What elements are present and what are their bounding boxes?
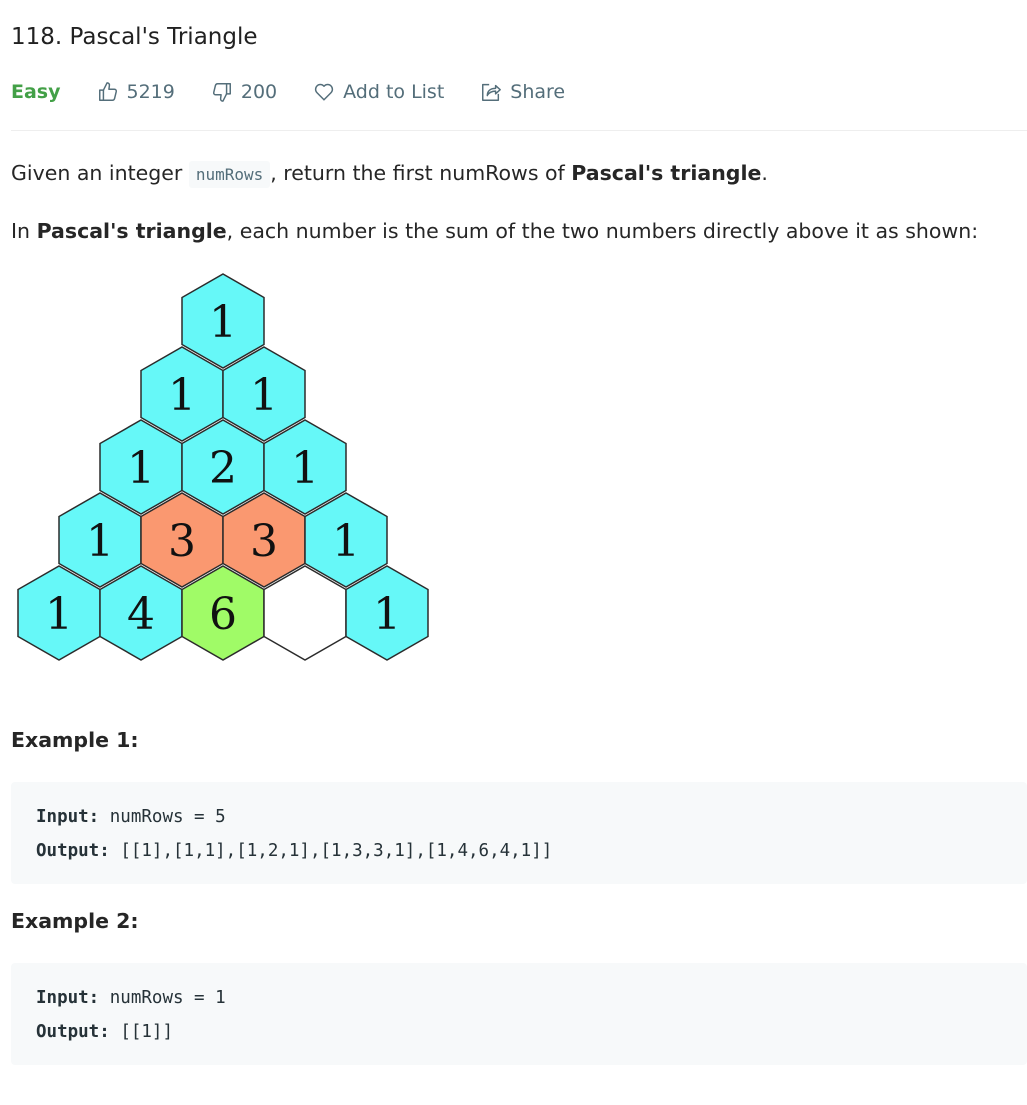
problem-meta-bar: Easy 5219 200 Add to List Share <box>11 78 601 106</box>
hex-cell-value: 6 <box>209 589 237 640</box>
share-button[interactable]: Share <box>480 81 565 103</box>
description-text: In <box>11 219 37 243</box>
hex-cell-value: 1 <box>332 516 360 567</box>
hex-cell-value: 1 <box>250 370 278 421</box>
hex-cell-value: 3 <box>168 516 196 567</box>
description-text: , return the first numRows of <box>270 161 572 185</box>
example-1-code-block: Input: numRows = 5 Output: [[1],[1,1],[1… <box>11 782 1027 884</box>
description-bold-term: Pascal's triangle <box>36 219 227 243</box>
example-2-input-line: Input: numRows = 1 <box>36 981 1027 1015</box>
example-2-code-block: Input: numRows = 1 Output: [[1]] <box>11 963 1027 1065</box>
example-2-output-value: [[1]] <box>120 1022 173 1042</box>
hex-cell-value: 3 <box>250 516 278 567</box>
example-2-input-value: numRows = 1 <box>109 988 226 1008</box>
hex-cell-value: 4 <box>127 589 155 640</box>
problem-title: 118. Pascal's Triangle <box>11 24 258 50</box>
hex-cell-value: 1 <box>168 370 196 421</box>
output-label: Output: <box>36 841 110 861</box>
like-button[interactable]: 5219 <box>97 81 175 103</box>
heart-icon <box>314 83 334 101</box>
description-text: , each number is the sum of the two numb… <box>226 219 979 243</box>
likes-count: 5219 <box>126 81 175 103</box>
thumbs-up-icon <box>98 82 117 101</box>
add-to-list-label: Add to List <box>343 81 445 103</box>
hex-cell-value: 2 <box>209 443 237 494</box>
description-bold-term: Pascal's triangle <box>571 161 762 185</box>
pascal-triangle-figure: 11 11 2 11 3 3 11 4 6 1 <box>17 273 429 661</box>
header-divider <box>11 130 1027 131</box>
dislikes-count: 200 <box>240 81 278 103</box>
hex-cell-value: 1 <box>86 516 114 567</box>
thumbs-down-icon <box>212 83 231 102</box>
share-icon <box>482 83 502 101</box>
example-1-input-line: Input: numRows = 5 <box>36 800 1027 834</box>
share-label: Share <box>510 81 566 103</box>
example-1-input-value: numRows = 5 <box>109 807 226 827</box>
description-paragraph-2: In Pascal's triangle, each number is the… <box>11 216 978 246</box>
dislike-button[interactable]: 200 <box>211 81 277 103</box>
inline-code-numrows: numRows <box>188 161 271 188</box>
input-label: Input: <box>36 807 100 827</box>
input-label: Input: <box>36 988 100 1008</box>
hex-cell-value: 1 <box>45 589 73 640</box>
hex-cell-value: 1 <box>209 297 237 348</box>
hex-cell-value: 1 <box>127 443 155 494</box>
example-2-output-line: Output: [[1]] <box>36 1015 1027 1049</box>
example-1-title: Example 1: <box>11 728 139 752</box>
description-text: . <box>761 161 768 185</box>
example-1-output-line: Output: [[1],[1,1],[1,2,1],[1,3,3,1],[1,… <box>36 834 1027 868</box>
hex-cell-value: 1 <box>291 443 319 494</box>
description-paragraph-1: Given an integer numRows, return the fir… <box>11 158 768 190</box>
example-2-title: Example 2: <box>11 909 139 933</box>
add-to-list-button[interactable]: Add to List <box>313 81 444 103</box>
description-text: Given an integer <box>11 161 189 185</box>
hex-cell-value: 1 <box>373 589 401 640</box>
difficulty-label: Easy <box>11 81 61 103</box>
example-1-output-value: [[1],[1,1],[1,2,1],[1,3,3,1],[1,4,6,4,1]… <box>120 841 553 861</box>
output-label: Output: <box>36 1022 110 1042</box>
